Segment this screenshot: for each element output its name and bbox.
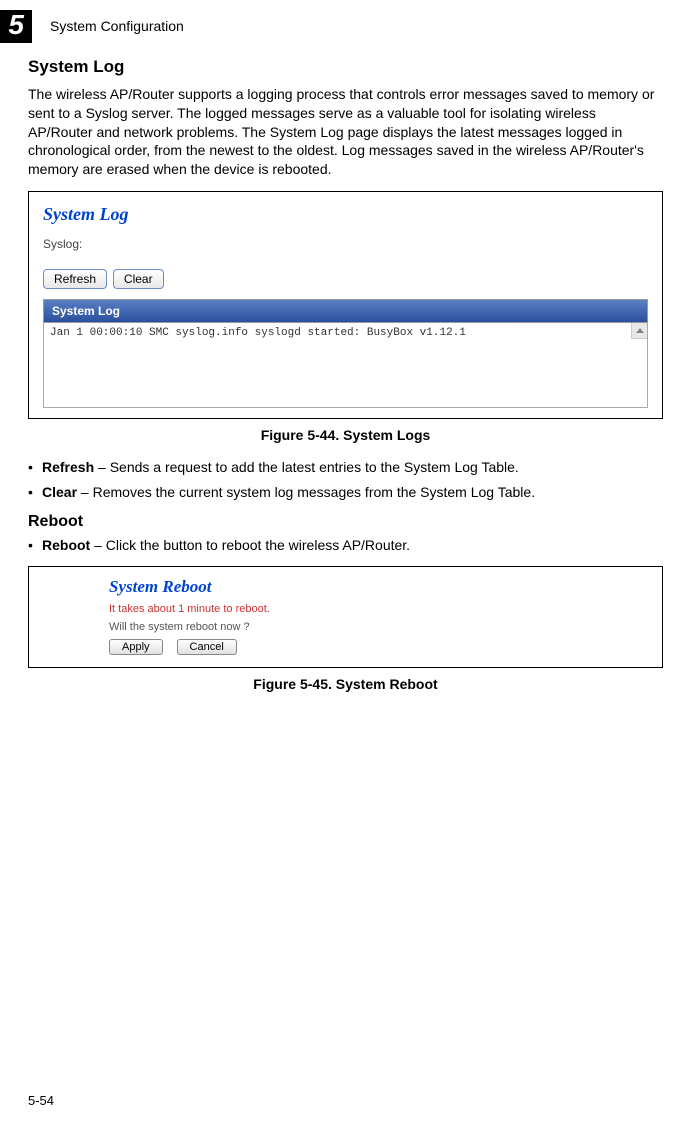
chapter-title: System Configuration [50,18,184,34]
reboot-prompt-text: Will the system reboot now ? [109,621,648,633]
log-table-header: System Log [43,299,648,323]
bullet-list-2: • Reboot – Click the button to reboot th… [28,535,663,556]
bullet-term: Reboot [42,537,90,553]
bullet-desc: – Removes the current system log message… [77,484,535,500]
bullet-term: Refresh [42,459,94,475]
chapter-number-tab: 5 [0,10,32,43]
cancel-button[interactable]: Cancel [177,639,237,655]
panel-title-system-reboot: System Reboot [109,577,648,597]
bullet-desc: – Click the button to reboot the wireles… [90,537,410,553]
page-number: 5-54 [28,1093,54,1108]
refresh-button[interactable]: Refresh [43,269,107,289]
bullet-icon: • [28,457,42,478]
bullet-icon: • [28,482,42,503]
clear-button[interactable]: Clear [113,269,164,289]
bullet-term: Clear [42,484,77,500]
figure-system-log: System Log Syslog: Refresh Clear System … [28,191,663,419]
reboot-warning-text: It takes about 1 minute to reboot. [109,603,648,615]
bullet-desc: – Sends a request to add the latest entr… [94,459,519,475]
log-textarea[interactable]: Jan 1 00:00:10 SMC syslog.info syslogd s… [43,323,648,408]
list-item: • Reboot – Click the button to reboot th… [28,535,663,556]
section-heading-system-log: System Log [28,57,663,77]
list-item: • Refresh – Sends a request to add the l… [28,457,663,478]
list-item: • Clear – Removes the current system log… [28,482,663,503]
panel-title-system-log: System Log [43,204,648,225]
scroll-up-icon[interactable] [631,323,647,339]
section-heading-reboot: Reboot [28,513,663,531]
button-row: Apply Cancel [109,639,648,655]
section-body-text: The wireless AP/Router supports a loggin… [28,85,663,179]
figure-caption-2: Figure 5-45. System Reboot [28,676,663,692]
syslog-label: Syslog: [43,237,648,251]
bullet-icon: • [28,535,42,556]
figure-caption-1: Figure 5-44. System Logs [28,427,663,443]
bullet-list-1: • Refresh – Sends a request to add the l… [28,457,663,503]
page-header: 5 System Configuration [0,0,683,49]
apply-button[interactable]: Apply [109,639,163,655]
button-row: Refresh Clear [43,269,648,289]
figure-system-reboot: System Reboot It takes about 1 minute to… [28,566,663,668]
page-content: System Log The wireless AP/Router suppor… [0,49,683,692]
log-line: Jan 1 00:00:10 SMC syslog.info syslogd s… [50,327,466,339]
